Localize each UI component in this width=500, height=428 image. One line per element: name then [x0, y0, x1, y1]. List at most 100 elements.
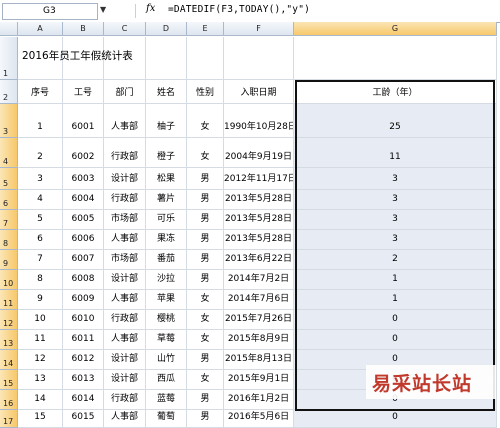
cell-a2[interactable]: 序号: [18, 80, 63, 104]
column-header-b[interactable]: B: [63, 22, 104, 36]
cell-d17[interactable]: 葡萄: [146, 410, 187, 428]
cell-g6[interactable]: 3: [294, 190, 497, 210]
cell-f7[interactable]: 2013年5月28日: [224, 210, 294, 230]
cell-g2[interactable]: 工龄（年）: [294, 80, 497, 104]
cell-b17[interactable]: 6015: [63, 410, 104, 428]
row-header-7[interactable]: 7: [0, 210, 18, 230]
cell-b2[interactable]: 工号: [63, 80, 104, 104]
cell-c10[interactable]: 设计部: [104, 270, 146, 290]
column-header-a[interactable]: A: [18, 22, 63, 36]
cell-g9[interactable]: 2: [294, 250, 497, 270]
row-header-6[interactable]: 6: [0, 190, 18, 210]
cell-c2[interactable]: 部门: [104, 80, 146, 104]
cell-c3[interactable]: 人事部: [104, 104, 146, 138]
column-header-f[interactable]: F: [224, 22, 294, 36]
cell-f16[interactable]: 2016年1月2日: [224, 390, 294, 410]
cell-a13[interactable]: 11: [18, 330, 63, 350]
cell-b15[interactable]: 6013: [63, 370, 104, 390]
column-header-c[interactable]: C: [104, 22, 146, 36]
cell-c12[interactable]: 行政部: [104, 310, 146, 330]
cell-g7[interactable]: 3: [294, 210, 497, 230]
cell-b9[interactable]: 6007: [63, 250, 104, 270]
cell-c13[interactable]: 人事部: [104, 330, 146, 350]
row-header-9[interactable]: 9: [0, 250, 18, 270]
cell-e7[interactable]: 男: [187, 210, 224, 230]
cell-g8[interactable]: 3: [294, 230, 497, 250]
cell-a17[interactable]: 15: [18, 410, 63, 428]
select-all-corner[interactable]: [0, 22, 18, 36]
row-header-2[interactable]: 2: [0, 80, 18, 104]
formula-input[interactable]: =DATEDIF(F3,TODAY(),"y"): [168, 4, 310, 15]
row-header-5[interactable]: 5: [0, 168, 18, 190]
cell-f15[interactable]: 2015年9月1日: [224, 370, 294, 390]
cell-g5[interactable]: 3: [294, 168, 497, 190]
cell-e1[interactable]: [187, 37, 224, 80]
cell-g13[interactable]: 0: [294, 330, 497, 350]
cell-c9[interactable]: 市场部: [104, 250, 146, 270]
cell-f13[interactable]: 2015年8月9日: [224, 330, 294, 350]
cell-b16[interactable]: 6014: [63, 390, 104, 410]
cell-a3[interactable]: 1: [18, 104, 63, 138]
row-header-15[interactable]: 15: [0, 370, 18, 390]
cell-e13[interactable]: 女: [187, 330, 224, 350]
cell-d7[interactable]: 可乐: [146, 210, 187, 230]
column-header-g[interactable]: G: [294, 22, 497, 36]
row-header-14[interactable]: 14: [0, 350, 18, 370]
cell-f12[interactable]: 2015年7月26日: [224, 310, 294, 330]
cell-d15[interactable]: 西瓜: [146, 370, 187, 390]
cell-f6[interactable]: 2013年5月28日: [224, 190, 294, 210]
row-header-13[interactable]: 13: [0, 330, 18, 350]
cell-c8[interactable]: 人事部: [104, 230, 146, 250]
cell-b12[interactable]: 6010: [63, 310, 104, 330]
cell-c11[interactable]: 人事部: [104, 290, 146, 310]
cell-e2[interactable]: 性别: [187, 80, 224, 104]
cell-f8[interactable]: 2013年5月28日: [224, 230, 294, 250]
cell-c15[interactable]: 设计部: [104, 370, 146, 390]
cell-a9[interactable]: 7: [18, 250, 63, 270]
cell-b6[interactable]: 6004: [63, 190, 104, 210]
cell-e15[interactable]: 女: [187, 370, 224, 390]
cell-d11[interactable]: 苹果: [146, 290, 187, 310]
cell-e6[interactable]: 男: [187, 190, 224, 210]
cell-e8[interactable]: 男: [187, 230, 224, 250]
cell-f5[interactable]: 2012年11月17日: [224, 168, 294, 190]
cell-f9[interactable]: 2013年6月22日: [224, 250, 294, 270]
name-box[interactable]: G3: [2, 3, 98, 20]
cell-a7[interactable]: 5: [18, 210, 63, 230]
row-header-1[interactable]: 1: [0, 37, 18, 80]
cell-c6[interactable]: 行政部: [104, 190, 146, 210]
column-header-e[interactable]: E: [187, 22, 224, 36]
cell-a15[interactable]: 13: [18, 370, 63, 390]
cell-a8[interactable]: 6: [18, 230, 63, 250]
cell-g10[interactable]: 1: [294, 270, 497, 290]
cell-g1[interactable]: [294, 37, 497, 80]
cell-f17[interactable]: 2016年5月6日: [224, 410, 294, 428]
cell-b14[interactable]: 6012: [63, 350, 104, 370]
row-header-3[interactable]: 3: [0, 104, 18, 138]
row-header-4[interactable]: 4: [0, 138, 18, 168]
cell-d4[interactable]: 橙子: [146, 138, 187, 168]
cell-b11[interactable]: 6009: [63, 290, 104, 310]
cell-d9[interactable]: 番茄: [146, 250, 187, 270]
cell-g17[interactable]: 0: [294, 410, 497, 428]
cell-a16[interactable]: 14: [18, 390, 63, 410]
cell-d5[interactable]: 松果: [146, 168, 187, 190]
cell-e10[interactable]: 男: [187, 270, 224, 290]
cell-a14[interactable]: 12: [18, 350, 63, 370]
cell-c16[interactable]: 行政部: [104, 390, 146, 410]
cell-a11[interactable]: 9: [18, 290, 63, 310]
cell-d10[interactable]: 沙拉: [146, 270, 187, 290]
cell-f10[interactable]: 2014年7月2日: [224, 270, 294, 290]
cell-e11[interactable]: 女: [187, 290, 224, 310]
chevron-down-icon[interactable]: ▼: [100, 5, 106, 14]
row-header-12[interactable]: 12: [0, 310, 18, 330]
cell-b4[interactable]: 6002: [63, 138, 104, 168]
cell-f3[interactable]: 1990年10月28日: [224, 104, 294, 138]
row-header-8[interactable]: 8: [0, 230, 18, 250]
cell-c7[interactable]: 市场部: [104, 210, 146, 230]
cell-e17[interactable]: 男: [187, 410, 224, 428]
cell-c14[interactable]: 设计部: [104, 350, 146, 370]
row-header-17[interactable]: 17: [0, 410, 18, 428]
cell-e4[interactable]: 女: [187, 138, 224, 168]
cell-c4[interactable]: 行政部: [104, 138, 146, 168]
